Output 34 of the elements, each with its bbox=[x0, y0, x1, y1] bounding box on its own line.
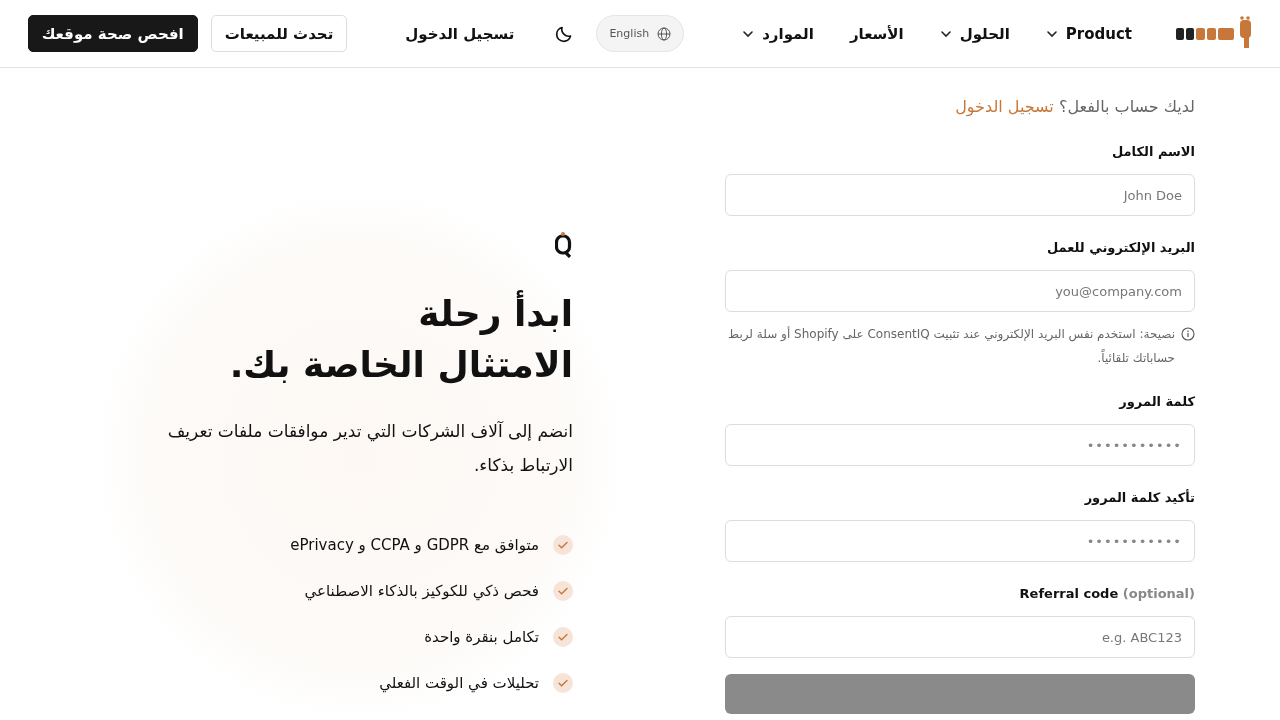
check-icon bbox=[553, 535, 573, 555]
nav-link[interactable]: الحلول bbox=[939, 24, 1010, 43]
field-label: كلمة المرور bbox=[1117, 393, 1195, 411]
check-icon bbox=[553, 673, 573, 693]
nav-link[interactable]: Product bbox=[1045, 24, 1132, 43]
feature-text: تكامل بنقرة واحدة bbox=[424, 628, 539, 646]
feature-text: تحليلات في الوقت الفعلي bbox=[379, 674, 539, 692]
login-link[interactable]: تسجيل الدخول bbox=[405, 24, 515, 43]
subtitle-text: لديك حساب بالفعل؟ تسجيل الدخول bbox=[954, 96, 1195, 119]
input-field[interactable]: you@company.com bbox=[725, 270, 1195, 312]
globe-icon bbox=[657, 26, 672, 41]
input-field[interactable]: ••••••••••• bbox=[725, 520, 1195, 562]
field-label: Referral code (optional) bbox=[1018, 585, 1195, 603]
nav-link[interactable]: الموارد bbox=[742, 24, 814, 43]
hero-heading: ابدأ رحلة bbox=[120, 288, 573, 339]
contact-sales-button[interactable]: تحدث للمبيعات bbox=[210, 15, 348, 52]
language-button[interactable]: English bbox=[596, 15, 685, 52]
check-icon bbox=[553, 581, 573, 601]
field-label: الاسم الكامل bbox=[1110, 143, 1195, 161]
nav-link[interactable]: الأسعار bbox=[849, 24, 904, 43]
hero-heading: الامتثال الخاصة بك. bbox=[228, 343, 573, 387]
check-icon bbox=[553, 627, 573, 647]
q-logo-icon bbox=[555, 232, 573, 258]
feature-text: متوافق مع GDPR و CCPA و ePrivacy bbox=[290, 536, 539, 554]
input-field[interactable]: e.g. ABC123 bbox=[725, 616, 1195, 658]
input-field[interactable]: John Doe bbox=[725, 174, 1195, 216]
feature-text: فحص ذكي للكوكيز بالذكاء الاصطناعي bbox=[304, 582, 539, 600]
hero-text: انضم إلى آلاف الشركات التي تدير موافقات ملفات تعريف الارتباط بذكاء. bbox=[166, 420, 573, 477]
field-label: تأكيد كلمة المرور bbox=[1083, 488, 1195, 507]
check-site-button[interactable]: افحص صحة موقعك bbox=[27, 15, 198, 52]
input-field[interactable]: ••••••••••• bbox=[725, 424, 1195, 466]
hint-text: نصيحة: استخدم نفس البريد الإلكتروني عند تثبيت ConsentIQ على Shopify أو سلة لربط حساباتك تلقائياً. bbox=[727, 325, 1175, 367]
field-label: البريد الإلكتروني للعمل bbox=[1045, 239, 1195, 257]
info-icon bbox=[1181, 327, 1195, 341]
